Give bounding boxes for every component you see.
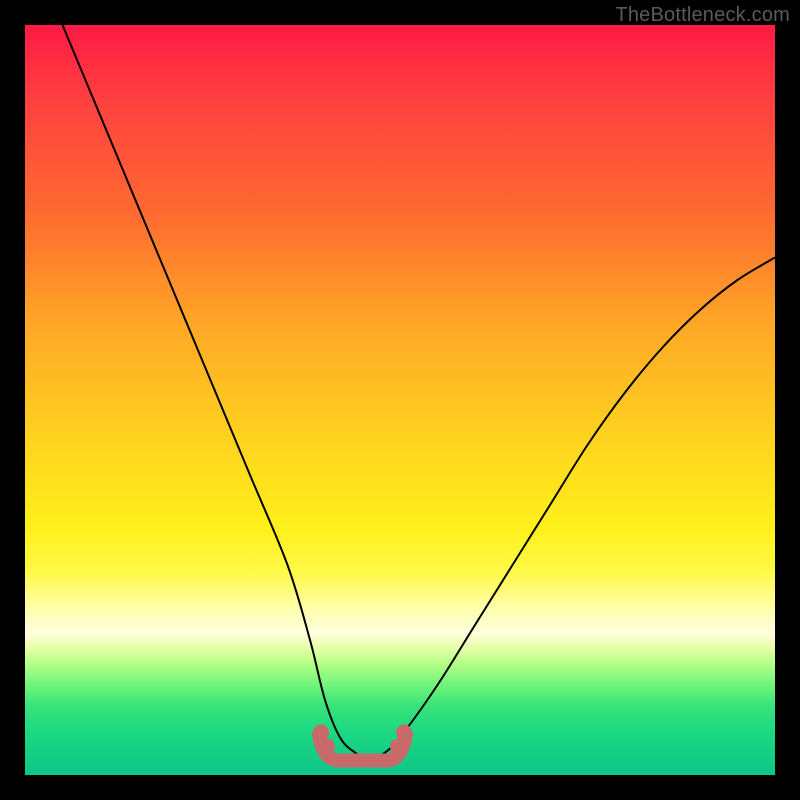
bottleneck-curve (63, 25, 776, 760)
watermark-text: TheBottleneck.com (615, 4, 790, 27)
flat-segment-endpoint (319, 739, 335, 755)
flat-segment-endpoint (396, 725, 412, 741)
plot-area (25, 25, 775, 775)
flat-segment-endpoint (390, 739, 406, 755)
flat-segment-endpoint (313, 725, 329, 741)
chart-frame: TheBottleneck.com (0, 0, 800, 800)
curve-layer (25, 25, 775, 775)
